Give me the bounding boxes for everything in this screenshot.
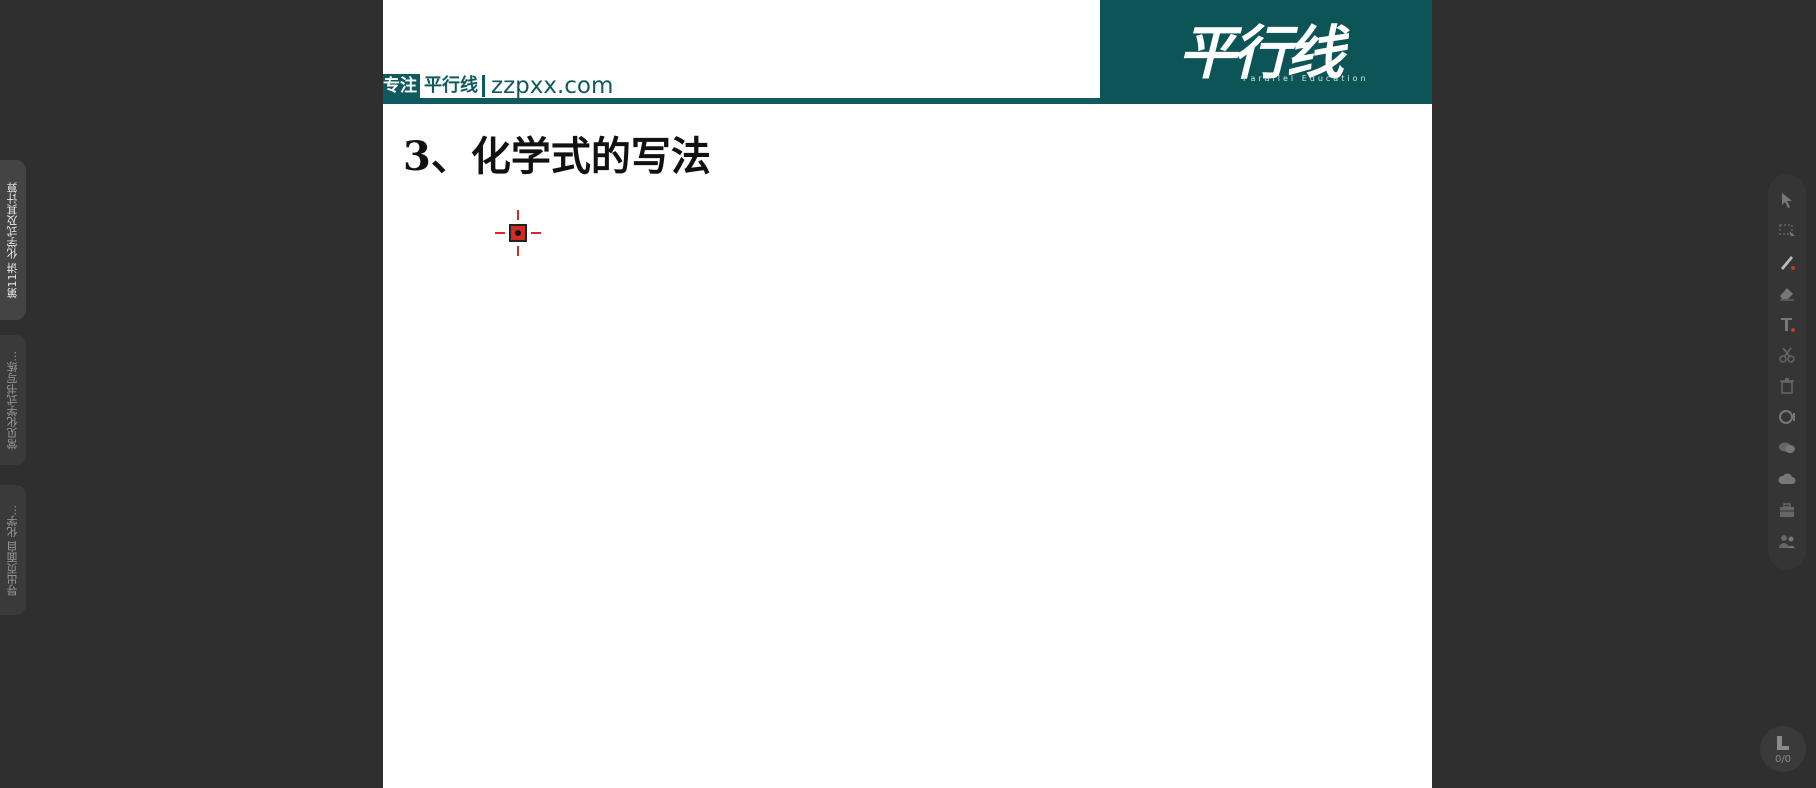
slide-canvas[interactable]: 专注 平行线 zzpxx.com 平行线 Parallel Education … [383,0,1432,788]
brand-logo: 平行线 Parallel Education [1100,0,1432,104]
slide-header: 专注 平行线 zzpxx.com 平行线 Parallel Education [383,0,1432,104]
selection-icon[interactable] [1775,219,1799,243]
tab-lecture-11[interactable]: 第11讲 化学式及其计算 [0,160,26,320]
text-icon[interactable] [1775,312,1799,336]
scissors-icon[interactable] [1775,343,1799,367]
chat-icon[interactable] [1775,436,1799,460]
site-brand: 平行线 [420,75,485,97]
site-prefix: 专注 [383,74,420,98]
tab-label: 第11讲 化学式及其计算 [6,181,19,299]
users-icon[interactable] [1775,529,1799,553]
trash-icon[interactable] [1775,374,1799,398]
page-indicator[interactable]: 0/0 [1760,726,1806,772]
tab-exported-page[interactable]: 导出页面自 化学... [0,485,26,615]
record-icon[interactable] [1775,405,1799,429]
pointer-icon[interactable] [1775,188,1799,212]
tab-label: 常见化学式书写练... [6,350,19,450]
annotation-toolbar [1768,174,1806,570]
page-icon [1777,735,1789,750]
cloud-icon[interactable] [1775,467,1799,491]
site-banner: 专注 平行线 zzpxx.com [383,73,614,99]
site-url: zzpxx.com [491,73,614,99]
left-tab-strip: 第11讲 化学式及其计算 常见化学式书写练... 导出页面自 化学... [0,0,30,788]
tab-label: 导出页面自 化学... [6,504,19,596]
eraser-icon[interactable] [1775,281,1799,305]
tab-formula-practice[interactable]: 常见化学式书写练... [0,335,26,465]
logo-subtitle: Parallel Education [1243,74,1369,83]
toolbox-icon[interactable] [1775,498,1799,522]
pen-icon[interactable] [1775,250,1799,274]
laser-pointer-icon [495,210,541,256]
page-count: 0/0 [1774,753,1792,765]
slide-title: 3、化学式的写法 [403,133,711,180]
